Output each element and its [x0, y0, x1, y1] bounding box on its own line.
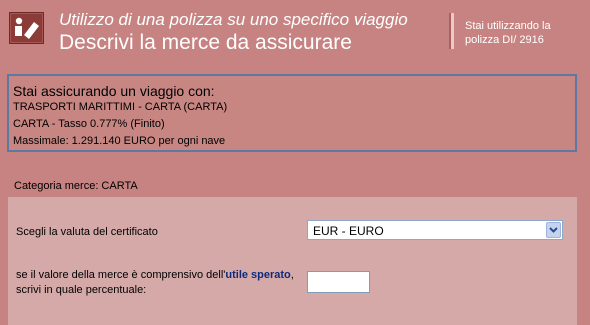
policy-note-text: Stai utilizzando la polizza DI/ 2916	[465, 20, 551, 46]
chevron-down-icon	[549, 227, 558, 233]
currency-label: Scegli la valuta del certificato	[16, 226, 158, 238]
currency-selected-value: EUR - EURO	[313, 224, 384, 238]
profit-percentage-label: se il valore della merce è comprensivo d…	[16, 268, 306, 298]
currency-select[interactable]: EUR - EURO	[307, 220, 563, 240]
policy-note: Stai utilizzando la polizza DI/ 2916	[451, 13, 584, 49]
page-title: Descrivi la merce da assicurare	[59, 31, 352, 54]
person-document-icon	[9, 12, 44, 44]
dropdown-button[interactable]	[546, 222, 561, 238]
page-subtitle: Utilizzo di una polizza su uno specifico…	[59, 10, 408, 29]
profit-link[interactable]: utile sperato	[225, 269, 290, 281]
trip-rate: CARTA - Tasso 0.777% (Finito)	[13, 118, 165, 130]
trip-heading: Stai assicurando un viaggio con:	[13, 83, 215, 99]
trip-transport: TRASPORTI MARITTIMI - CARTA (CARTA)	[13, 101, 228, 113]
profit-percentage-input[interactable]	[307, 271, 370, 293]
goods-category: Categoria merce: CARTA	[14, 180, 138, 192]
goods-form: Scegli la valuta del certificato EUR - E…	[8, 197, 577, 325]
profit-label-before: se il valore della merce è comprensivo d…	[16, 269, 226, 281]
trip-limit: Massimale: 1.291.140 EURO per ogni nave	[13, 135, 226, 147]
trip-summary-box: Stai assicurando un viaggio con: TRASPOR…	[7, 74, 577, 152]
